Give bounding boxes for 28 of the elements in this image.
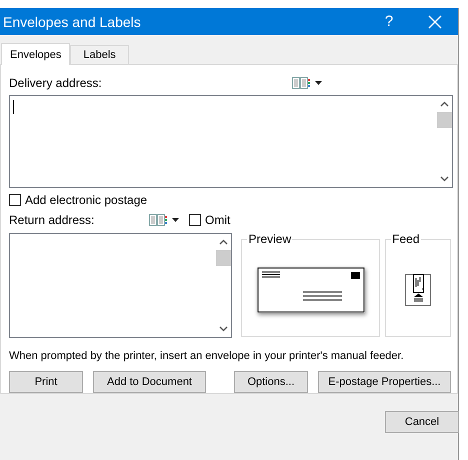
address-book-button[interactable]: [149, 214, 179, 226]
instruction-text: When prompted by the printer, insert an envelope in your printer's manual feeder.: [9, 350, 405, 362]
checkbox-label: Add electronic postage: [25, 193, 148, 208]
delivery-address-field[interactable]: [9, 94, 453, 188]
address-book-icon: [149, 214, 179, 226]
action-button[interactable]: E-postage Properties...: [318, 370, 451, 393]
cancel-button[interactable]: Cancel: [385, 411, 459, 433]
address-book-icon: [292, 76, 322, 89]
field-label: Return address:: [9, 213, 96, 228]
action-button[interactable]: Options...: [234, 370, 308, 393]
scrollbar-thumb[interactable]: [436, 112, 452, 128]
window-title: Envelopes and Labels: [2, 14, 142, 30]
checkbox[interactable]: [9, 194, 21, 206]
field-label: Delivery address:: [9, 76, 103, 90]
checkbox[interactable]: [189, 214, 201, 226]
tab[interactable]: Envelopes: [1, 43, 70, 65]
action-button[interactable]: Print: [9, 370, 83, 393]
return-address-field[interactable]: [9, 232, 232, 338]
tab[interactable]: Labels: [70, 45, 129, 64]
scrollbar-thumb[interactable]: [216, 250, 231, 266]
close-icon: [428, 14, 442, 28]
envelope-feed-icon: [405, 274, 432, 306]
action-button[interactable]: Add to Document: [93, 370, 206, 393]
group-label: Feed: [391, 232, 420, 246]
address-book-button[interactable]: [292, 76, 322, 89]
group-label: Preview: [247, 232, 292, 246]
checkbox-label: Omit: [205, 213, 230, 228]
help-button[interactable]: ?: [366, 8, 412, 35]
